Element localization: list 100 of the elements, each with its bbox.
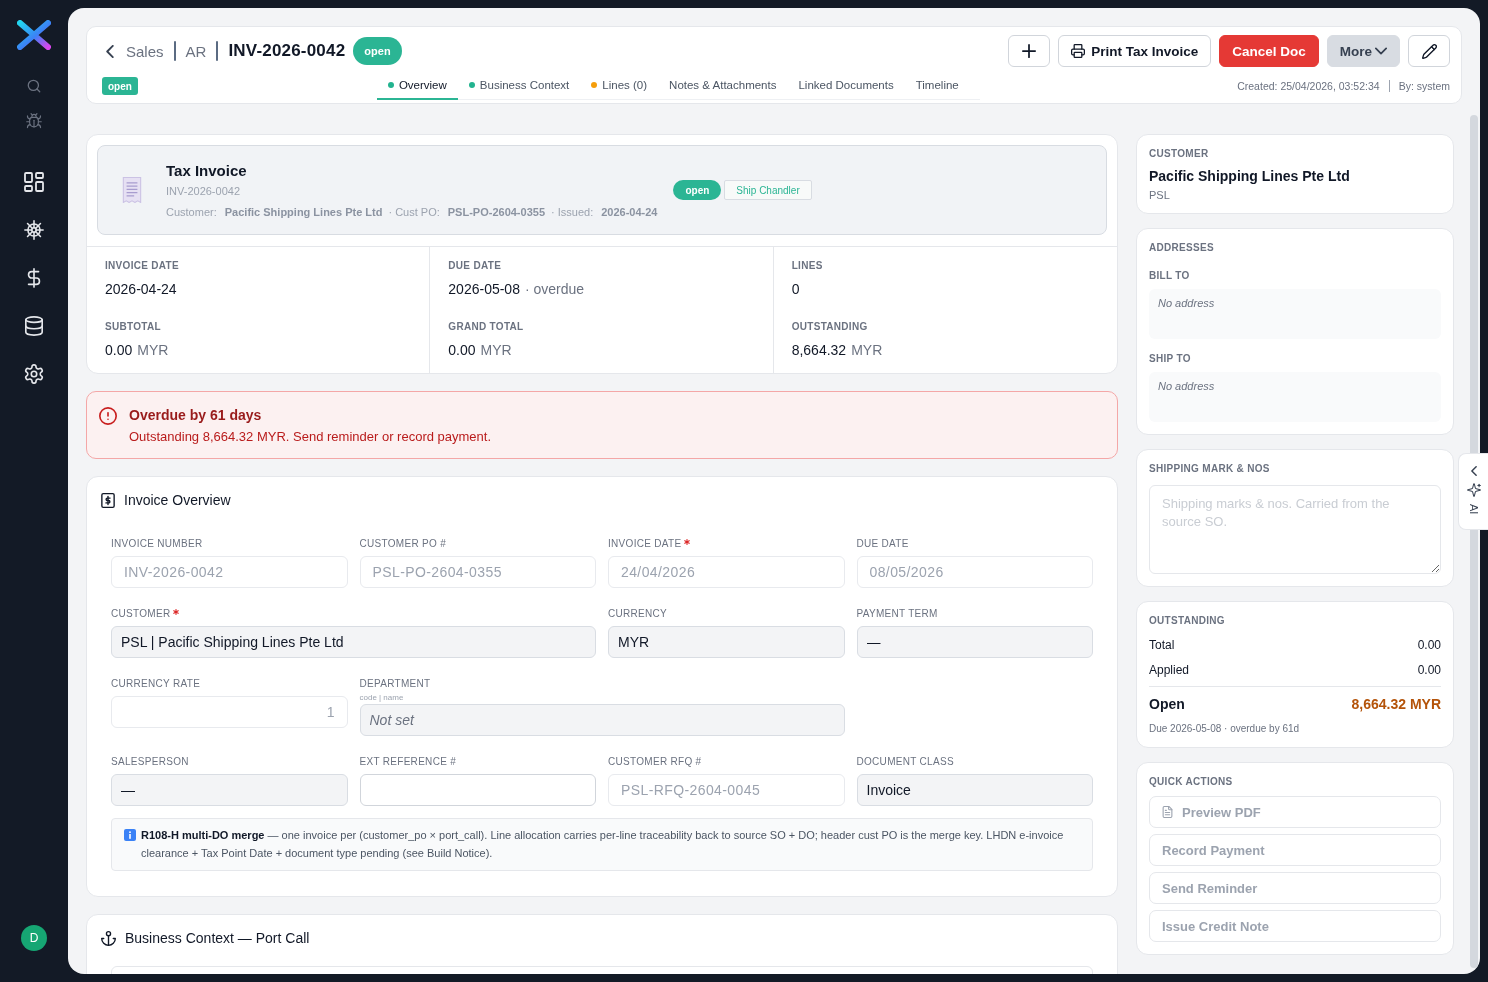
database-icon[interactable] (24, 316, 44, 336)
address-label: BILL TO (1149, 270, 1191, 282)
caret-icon (1375, 45, 1387, 57)
tab[interactable]: Timeline (904, 72, 970, 100)
tab[interactable]: Overview (376, 72, 458, 100)
select-field[interactable]: MYR (608, 626, 845, 658)
select-field[interactable]: PSL | Pacific Shipping Lines Pte Ltd (111, 626, 596, 658)
customer-name: Pacific Shipping Lines Pte Ltd (1149, 167, 1351, 185)
select-field[interactable]: — (856, 626, 1093, 658)
section-title: Invoice Overview (124, 492, 231, 508)
field-label: SALESPERSON (111, 756, 189, 768)
plus-icon (1022, 44, 1037, 58)
open-amount: 8,664.32 MYR (1351, 695, 1441, 714)
dollar-document-icon (101, 492, 115, 508)
stat-note: · overdue (524, 280, 585, 298)
alert-circle-icon (99, 407, 117, 425)
field-label: CURRENCY RATE (111, 678, 201, 690)
meta-label: · Issued: (551, 204, 594, 219)
field-label: CUSTOMER PO # (359, 538, 446, 550)
cancel-button[interactable]: Cancel Doc (1219, 35, 1319, 67)
meta-value: Pacific Shipping Lines Pte Ltd (224, 204, 383, 219)
breadcrumb-link[interactable]: AR (185, 42, 207, 60)
ai-side-tab[interactable]: AI (1458, 453, 1488, 530)
ai-tab-label: AI (1467, 504, 1480, 515)
select-field[interactable]: Not set (359, 704, 845, 736)
created-timestamp: Created: 25/04/2026, 03:52:34 (1237, 80, 1380, 92)
tab[interactable]: Lines (0) (580, 72, 659, 100)
search-icon[interactable] (27, 79, 41, 93)
category-tag: Ship Chandler (724, 180, 812, 200)
stat-label: DUE DATE (448, 260, 503, 272)
logo-icon[interactable] (17, 20, 51, 50)
tab[interactable]: Notes & Attachments (658, 72, 788, 100)
field-label: DUE DATE (856, 538, 909, 550)
scrollbar-thumb[interactable] (1470, 115, 1478, 968)
field-label: CURRENCY (608, 608, 668, 620)
status-tag: open (102, 77, 138, 95)
meta-label: · Cust PO: (388, 204, 440, 219)
meta-label: Customer: (166, 204, 217, 219)
alert-message: Outstanding 8,664.32 MYR. Send reminder or record payment. (129, 429, 492, 445)
pencil-icon (1421, 43, 1437, 59)
field-label: CUSTOMER (111, 608, 171, 620)
stat-value: 2026-05-08 (448, 280, 520, 298)
select-field[interactable]: Invoice (856, 774, 1093, 806)
document-title: INV-2026-0042 (228, 41, 346, 61)
stat-label: GRAND TOTAL (448, 321, 525, 333)
field-label: PAYMENT TERM (856, 608, 938, 620)
tab[interactable]: Business Context (457, 72, 581, 100)
stat-label: LINES (791, 260, 824, 272)
status-pill: open (673, 180, 722, 200)
amount-value: 0.00 (1417, 637, 1441, 653)
field-label: INVOICE DATE (608, 538, 682, 550)
stat-value: 0.00 (448, 341, 476, 359)
address-field: No address (1149, 372, 1441, 422)
field-label: CUSTOMER RFQ # (608, 756, 702, 768)
more-menu-button[interactable]: More (1326, 35, 1400, 67)
section-title: Business Context — Port Call (125, 930, 310, 946)
open-label: Open (1149, 695, 1185, 714)
ship-wheel-icon[interactable] (24, 220, 44, 240)
address-field: No address (1149, 289, 1441, 339)
stat-value: 0 (791, 280, 800, 298)
field-label: EXT REFERENCE # (359, 756, 457, 768)
dashboard-icon[interactable] (24, 172, 44, 192)
print-button[interactable]: Print Tax Invoice (1058, 35, 1212, 67)
stat-label: OUTSTANDING (791, 321, 869, 333)
stat-note: MYR (480, 341, 512, 359)
note-text: R108-H multi-DO merge — one invoice per (customer_po × port_call). Line allocation carries per-line traceability back to source SO + DO; header cust PO is the merge key. LHDN e-invoice clearance + Tax Point Date + document type pending (see Build Notice). (141, 828, 1065, 861)
customer-code: PSL (1149, 189, 1171, 201)
bug-icon[interactable] (26, 113, 42, 129)
settings-icon[interactable] (24, 364, 44, 384)
stat-label: SUBTOTAL (105, 321, 162, 333)
document-type-title: Tax Invoice (166, 161, 248, 180)
amount-label: Applied (1149, 662, 1190, 678)
tab[interactable]: Linked Documents (787, 72, 905, 100)
chevron-left-icon (1470, 466, 1477, 476)
created-by: By: system (1398, 80, 1450, 92)
sparkles-icon (1466, 483, 1481, 497)
due-note: Due 2026-05-08 · overdue by 61d (1149, 723, 1301, 735)
field-label: INVOICE NUMBER (111, 538, 203, 550)
select-field[interactable]: — (111, 774, 348, 806)
stat-note: MYR (137, 341, 169, 359)
back-chevron-icon[interactable] (106, 44, 114, 58)
stat-value: 2026-04-24 (105, 280, 177, 298)
status-pill: open (353, 37, 402, 65)
stat-label: INVOICE DATE (105, 260, 180, 272)
anchor-icon (101, 930, 116, 946)
add-button[interactable] (1008, 35, 1051, 67)
document-icon (1162, 806, 1173, 818)
meta-value: 2026-04-24 (601, 204, 658, 219)
meta-value: PSL-PO-2604-0355 (447, 204, 545, 219)
breadcrumb-link[interactable]: Sales (126, 42, 164, 60)
amount-value: 0.00 (1417, 662, 1441, 678)
stat-note: MYR (851, 341, 883, 359)
address-label: SHIP TO (1149, 353, 1192, 365)
receipt-icon (122, 177, 142, 203)
text-field[interactable] (359, 774, 596, 806)
card-label: QUICK ACTIONS (1149, 776, 1234, 788)
edit-button[interactable] (1408, 35, 1450, 67)
field-hint: code | name (359, 693, 405, 702)
amount-label: Total (1149, 637, 1175, 653)
stat-value: 8,664.32 (791, 341, 847, 359)
